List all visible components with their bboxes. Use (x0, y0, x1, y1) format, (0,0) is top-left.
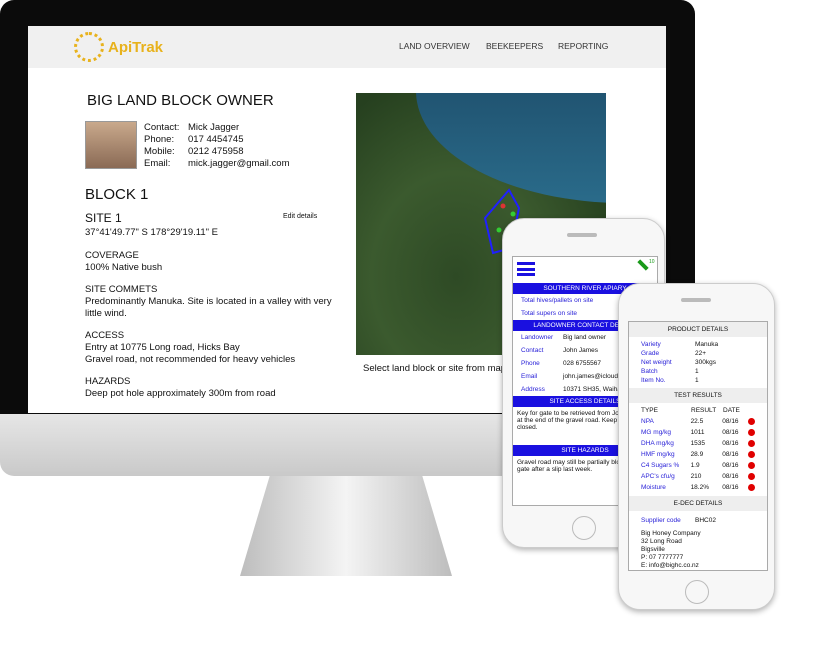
status-dot-icon (748, 473, 755, 480)
email-link[interactable]: mick.jagger@gmail.com (188, 158, 290, 170)
status-dot-icon (748, 418, 755, 425)
status-dot-icon (748, 451, 755, 458)
apiary-icon (637, 259, 649, 271)
status-dot-icon (748, 440, 755, 447)
header: ApiTrak LAND OVERVIEW BEEKEEPERS REPORTI… (28, 26, 666, 68)
avatar (85, 121, 137, 169)
contact-labels: Contact: Phone: Mobile: Email: (144, 122, 180, 169)
page-title: BIG LAND BLOCK OWNER (87, 92, 274, 109)
status-dot-icon (748, 484, 755, 491)
phone-2: PRODUCT DETAILS Variety Manuka Grade 22+ N… (618, 283, 775, 610)
nav-reporting[interactable]: REPORTING (558, 41, 608, 51)
home-button[interactable] (685, 580, 709, 604)
test-row: NPA 22.5 08/16 (629, 416, 767, 427)
block-title: BLOCK 1 (85, 186, 149, 203)
contact-values: Mick Jagger 017 4454745 0212 475958 mick.ja… (188, 122, 290, 170)
site-sections: COVERAGE 100% Native bush SITE COMMETS Pre… (85, 250, 332, 399)
speaker (681, 298, 711, 302)
nav-beekeepers[interactable]: BEEKEEPERS (486, 41, 543, 51)
test-row: APC's cfu/g 210 08/16 (629, 471, 767, 482)
site-coords: 37°41'49.77" S 178°29'19.11" E (85, 227, 218, 238)
test-row: HMF mg/kg 28.9 08/16 (629, 449, 767, 460)
home-button[interactable] (572, 516, 596, 540)
test-row: MG mg/kg 1011 08/16 (629, 427, 767, 438)
test-row: C4 Sugars % 1.9 08/16 (629, 460, 767, 471)
product-screen: PRODUCT DETAILS Variety Manuka Grade 22+ N… (628, 321, 768, 571)
site-title: SITE 1 (85, 211, 122, 225)
logo-icon (74, 32, 104, 62)
monitor-stand (240, 476, 452, 576)
status-dot-icon (748, 462, 755, 469)
edit-details-link[interactable]: Edit details (283, 213, 317, 220)
menu-icon[interactable] (517, 262, 535, 276)
logo[interactable]: ApiTrak (74, 32, 163, 62)
map-caption: Select land block or site from map (363, 363, 507, 374)
speaker (567, 233, 597, 237)
status-dot-icon (748, 429, 755, 436)
nav-land-overview[interactable]: LAND OVERVIEW (399, 41, 470, 51)
test-row: Moisture 18.2% 08/16 (629, 482, 767, 493)
test-row: DHA mg/kg 1535 08/16 (629, 438, 767, 449)
